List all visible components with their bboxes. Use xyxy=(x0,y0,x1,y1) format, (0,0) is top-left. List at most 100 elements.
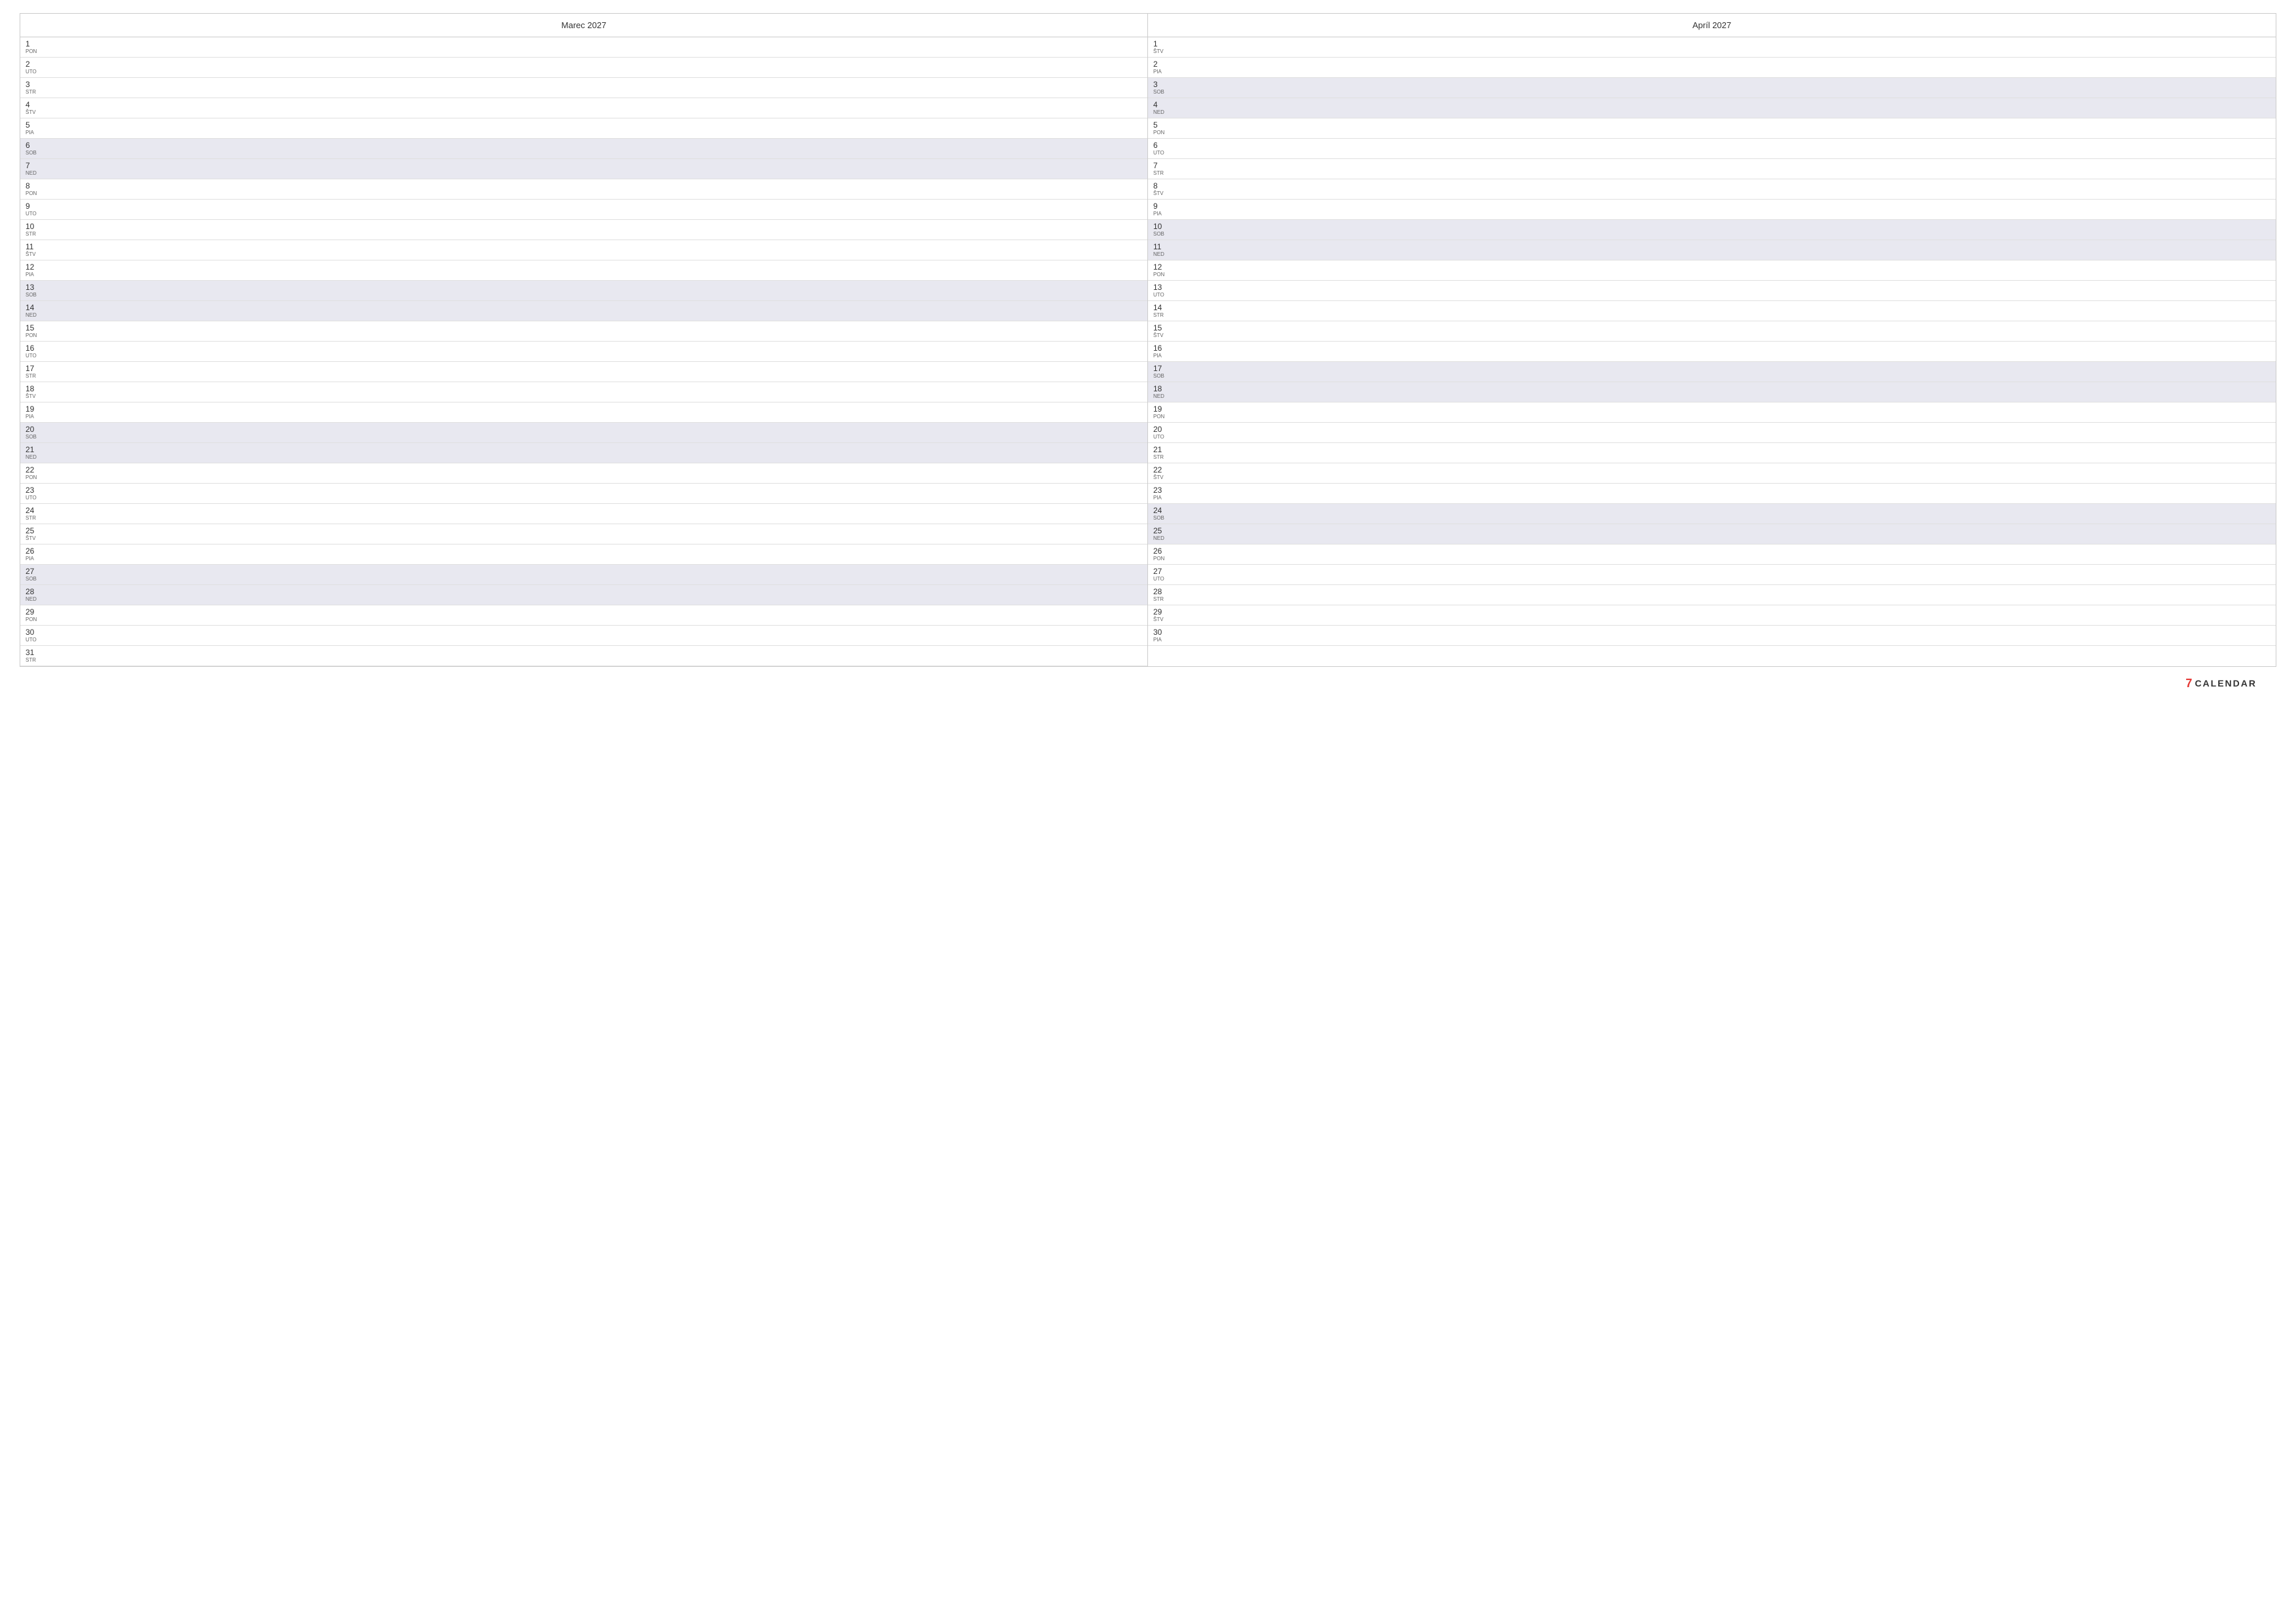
day-info: 22ŠTV xyxy=(1153,465,1176,481)
day-row: 29PON xyxy=(20,605,1147,626)
day-info: 5PIA xyxy=(26,120,48,136)
day-number: 1 xyxy=(1153,39,1176,48)
day-number: 11 xyxy=(1153,242,1176,251)
day-name: SOB xyxy=(1153,231,1176,238)
day-name: UTO xyxy=(1153,292,1176,298)
day-number: 27 xyxy=(1153,567,1176,576)
day-name: STR xyxy=(26,657,48,664)
month-header-1: Apríl 2027 xyxy=(1148,14,2276,37)
day-name: SOB xyxy=(1153,515,1176,522)
day-name: PON xyxy=(1153,272,1176,278)
day-row: 15PON xyxy=(20,321,1147,342)
day-number: 17 xyxy=(1153,364,1176,373)
day-name: PIA xyxy=(1153,637,1176,643)
day-row: 30PIA xyxy=(1148,626,2276,646)
day-row: 23UTO xyxy=(20,484,1147,504)
day-number: 11 xyxy=(26,242,48,251)
day-name: NED xyxy=(26,312,48,319)
day-row: 13UTO xyxy=(1148,281,2276,301)
day-row: 16UTO xyxy=(20,342,1147,362)
day-number: 18 xyxy=(26,384,48,393)
day-row: 20UTO xyxy=(1148,423,2276,443)
day-row: 7NED xyxy=(20,159,1147,179)
day-name: SOB xyxy=(26,292,48,298)
day-name: UTO xyxy=(1153,150,1176,156)
brand-text: CALENDAR xyxy=(2195,678,2257,688)
day-row: 22PON xyxy=(20,463,1147,484)
day-info: 13SOB xyxy=(26,283,48,298)
day-name: NED xyxy=(26,170,48,177)
day-name: PON xyxy=(1153,414,1176,420)
day-info: 23UTO xyxy=(26,486,48,501)
day-number: 13 xyxy=(26,283,48,292)
day-row: 8PON xyxy=(20,179,1147,200)
day-row: 10SOB xyxy=(1148,220,2276,240)
day-number: 19 xyxy=(26,404,48,414)
day-row: 31STR xyxy=(20,646,1147,666)
day-name: PIA xyxy=(26,414,48,420)
day-info: 28STR xyxy=(1153,587,1176,603)
day-name: ŠTV xyxy=(1153,48,1176,55)
day-info: 2UTO xyxy=(26,60,48,75)
day-info: 21STR xyxy=(1153,445,1176,461)
day-number: 3 xyxy=(26,80,48,89)
day-row: 28STR xyxy=(1148,585,2276,605)
day-row: 12PIA xyxy=(20,260,1147,281)
day-row: 1PON xyxy=(20,37,1147,58)
day-number: 19 xyxy=(1153,404,1176,414)
day-name: SOB xyxy=(26,150,48,156)
day-number: 15 xyxy=(1153,323,1176,332)
day-info: 30PIA xyxy=(1153,628,1176,643)
day-number: 23 xyxy=(26,486,48,495)
day-number: 18 xyxy=(1153,384,1176,393)
day-info: 3SOB xyxy=(1153,80,1176,96)
day-number: 24 xyxy=(26,506,48,515)
day-number: 16 xyxy=(1153,344,1176,353)
day-number: 21 xyxy=(26,445,48,454)
day-number: 1 xyxy=(26,39,48,48)
day-row: 14STR xyxy=(1148,301,2276,321)
day-row: 25ŠTV xyxy=(20,524,1147,544)
day-info: 4NED xyxy=(1153,100,1176,116)
day-info: 10SOB xyxy=(1153,222,1176,238)
day-row: 2PIA xyxy=(1148,58,2276,78)
day-name: STR xyxy=(1153,312,1176,319)
day-name: SOB xyxy=(1153,89,1176,96)
day-info: 29PON xyxy=(26,607,48,623)
day-row: 30UTO xyxy=(20,626,1147,646)
day-row: 21STR xyxy=(1148,443,2276,463)
day-number: 25 xyxy=(1153,526,1176,535)
day-number: 7 xyxy=(26,161,48,170)
day-name: UTO xyxy=(1153,576,1176,582)
day-name: NED xyxy=(1153,535,1176,542)
day-info: 12PON xyxy=(1153,262,1176,278)
day-row: 16PIA xyxy=(1148,342,2276,362)
day-number: 13 xyxy=(1153,283,1176,292)
day-number: 26 xyxy=(1153,546,1176,556)
day-number: 17 xyxy=(26,364,48,373)
day-info: 6UTO xyxy=(1153,141,1176,156)
day-number: 29 xyxy=(1153,607,1176,616)
day-row: 13SOB xyxy=(20,281,1147,301)
day-info: 23PIA xyxy=(1153,486,1176,501)
day-name: PON xyxy=(26,332,48,339)
day-row: 11NED xyxy=(1148,240,2276,260)
day-number: 4 xyxy=(26,100,48,109)
day-info: 1ŠTV xyxy=(1153,39,1176,55)
day-info: 7NED xyxy=(26,161,48,177)
day-row: 26PIA xyxy=(20,544,1147,565)
day-info: 14STR xyxy=(1153,303,1176,319)
day-number: 5 xyxy=(26,120,48,130)
day-number: 14 xyxy=(26,303,48,312)
footer: 7 CALENDAR xyxy=(20,670,2276,697)
day-info: 11NED xyxy=(1153,242,1176,258)
day-number: 10 xyxy=(1153,222,1176,231)
day-row: 27SOB xyxy=(20,565,1147,585)
day-info: 5PON xyxy=(1153,120,1176,136)
day-row: 23PIA xyxy=(1148,484,2276,504)
day-number: 6 xyxy=(26,141,48,150)
day-number: 26 xyxy=(26,546,48,556)
day-number: 29 xyxy=(26,607,48,616)
day-name: PIA xyxy=(1153,353,1176,359)
day-info: 18ŠTV xyxy=(26,384,48,400)
